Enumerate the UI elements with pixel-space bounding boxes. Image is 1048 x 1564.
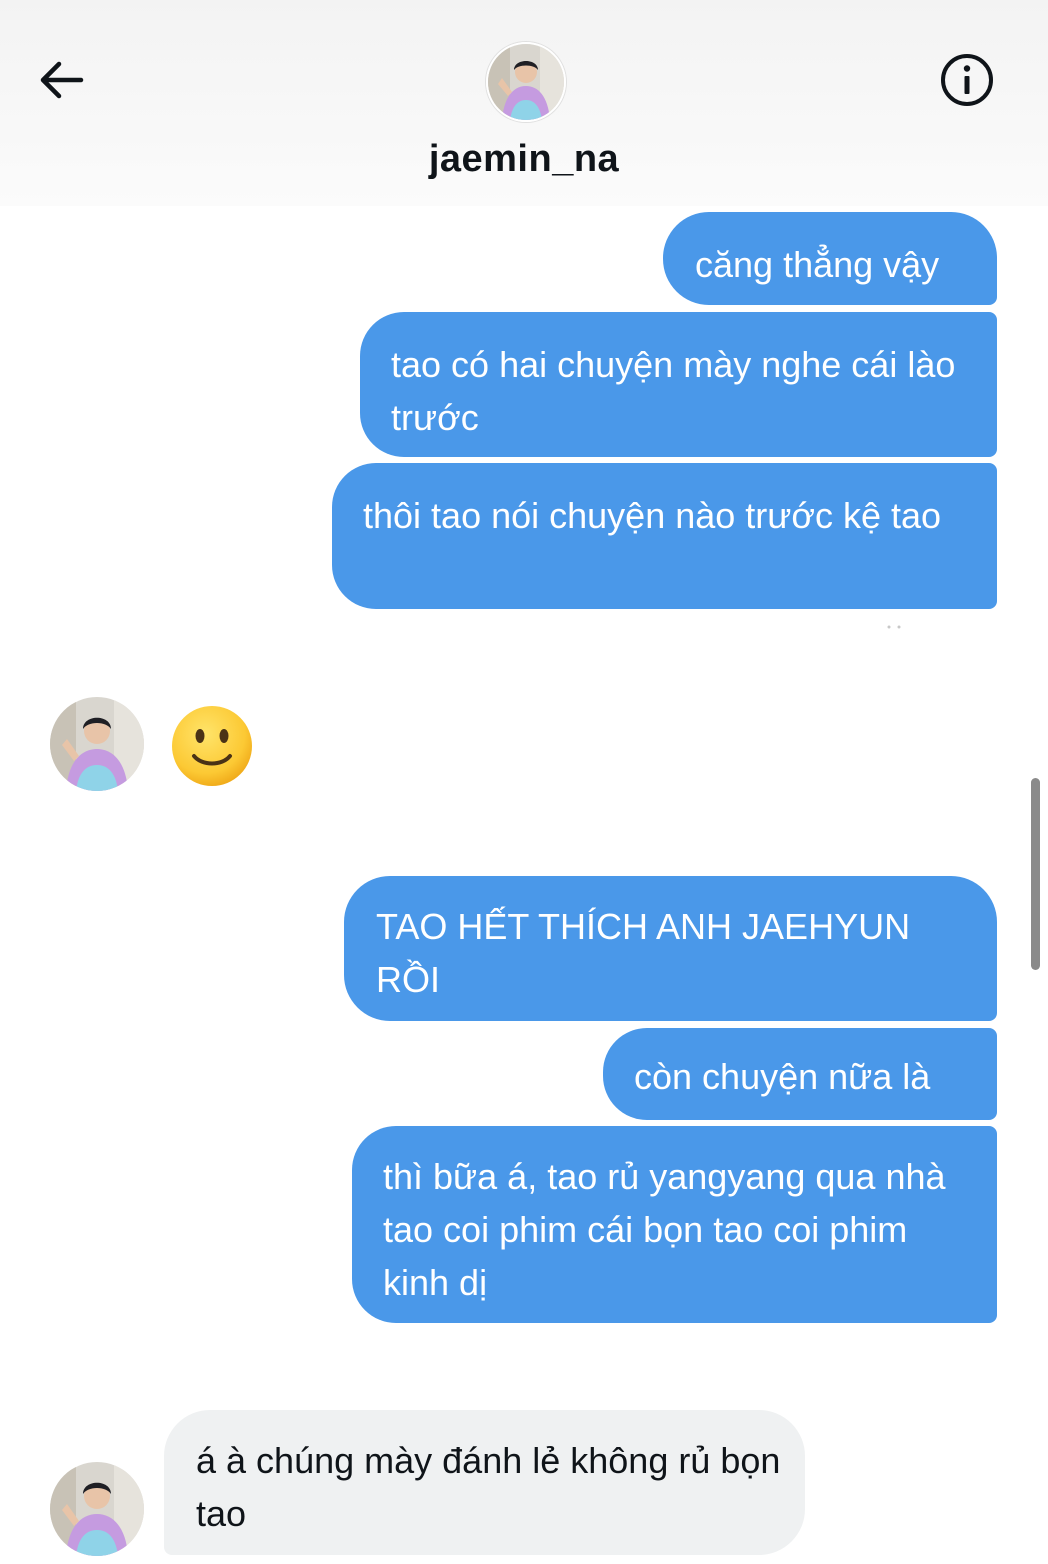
smiley-emoji-icon bbox=[172, 706, 252, 786]
message-bubble-received[interactable]: á à chúng mày đánh lẻ không rủ bọn tao bbox=[164, 1410, 805, 1555]
slightly-smiling-face-emoji[interactable] bbox=[170, 704, 254, 788]
sender-avatar[interactable] bbox=[50, 697, 144, 791]
conversation-username[interactable]: jaemin_na bbox=[0, 138, 1048, 181]
arrow-left-icon bbox=[40, 61, 84, 99]
conversation-header: jaemin_na bbox=[0, 0, 1048, 206]
info-icon bbox=[941, 54, 993, 106]
message-bubble-sent[interactable]: thôi tao nói chuyện nào trước kệ tao bbox=[332, 463, 997, 609]
info-button[interactable] bbox=[934, 50, 1000, 110]
read-indicator bbox=[887, 625, 901, 629]
profile-photo bbox=[50, 1462, 144, 1556]
message-bubble-sent[interactable]: thì bữa á, tao rủ yangyang qua nhà tao c… bbox=[352, 1126, 997, 1323]
profile-photo bbox=[488, 44, 564, 120]
message-bubble-sent[interactable]: căng thẳng vậy bbox=[663, 212, 997, 305]
sender-avatar[interactable] bbox=[50, 1462, 144, 1556]
header-avatar[interactable] bbox=[486, 42, 566, 122]
message-bubble-sent[interactable]: TAO HẾT THÍCH ANH JAEHYUN RỒI bbox=[344, 876, 997, 1021]
scrollbar-thumb[interactable] bbox=[1031, 778, 1040, 970]
back-button[interactable] bbox=[28, 50, 94, 110]
message-bubble-sent[interactable]: còn chuyện nữa là bbox=[603, 1028, 997, 1120]
message-bubble-sent[interactable]: tao có hai chuyện mày nghe cái lào trước bbox=[360, 312, 997, 457]
profile-photo bbox=[50, 697, 144, 791]
